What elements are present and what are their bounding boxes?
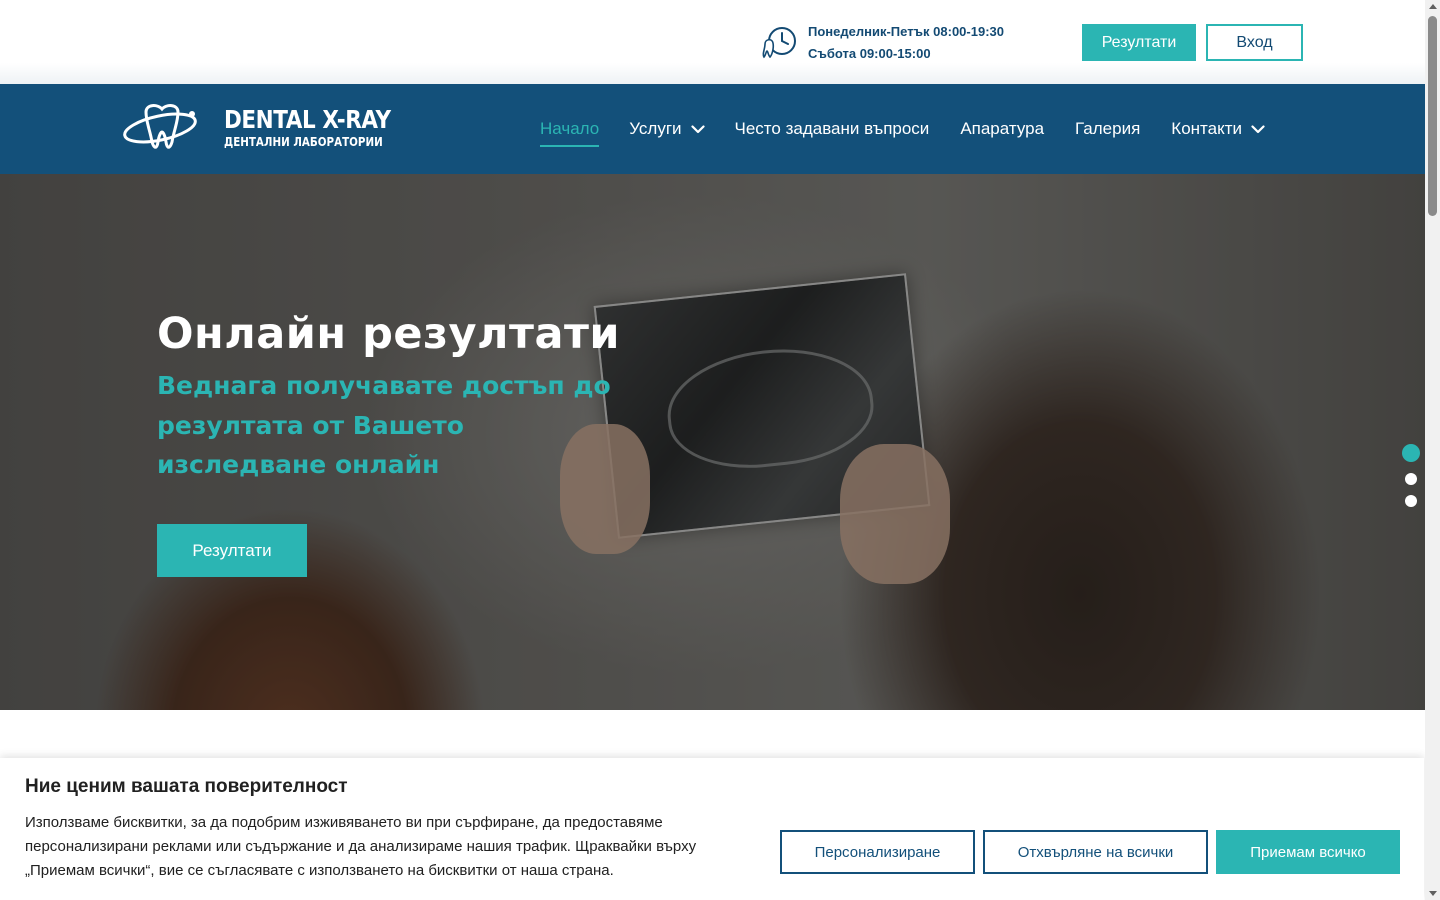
scrollbar-thumb[interactable]	[1428, 16, 1437, 216]
scroll-up-arrow-icon[interactable]	[1429, 4, 1437, 9]
scroll-down-arrow-icon[interactable]	[1429, 891, 1437, 896]
cookie-text: Използваме бисквитки, за да подобрим изж…	[25, 814, 697, 879]
cookie-banner: Ние ценим вашата поверителност Използвам…	[0, 758, 1424, 900]
login-button[interactable]: Вход	[1206, 24, 1303, 61]
hero-title: Онлайн резултати	[157, 309, 621, 359]
hours-saturday: Събота 09:00-15:00	[808, 45, 931, 61]
site-logo[interactable]: DENTAL X-RAY ДЕНТАЛНИ ЛАБОРАТОРИИ	[122, 102, 418, 154]
slider-dot-1[interactable]	[1402, 444, 1420, 462]
hero-results-button[interactable]: Резултати	[157, 524, 307, 577]
nav-item-home[interactable]: Начало	[540, 119, 600, 147]
logo-title: DENTAL X-RAY	[224, 105, 391, 134]
nav-item-services[interactable]: Услуги	[629, 119, 705, 139]
chevron-down-icon	[690, 124, 705, 133]
main-nav: Начало Услуги Често задавани въпроси Апа…	[540, 114, 1265, 147]
nav-item-equipment[interactable]: Апаратура	[960, 119, 1044, 139]
cookie-reject-button[interactable]: Отхвърляне на всички	[983, 830, 1208, 874]
cookie-accept-button[interactable]: Приемам всичко	[1216, 830, 1400, 874]
nav-item-label: Контакти	[1171, 119, 1243, 138]
cookie-title: Ние ценим вашата поверителност	[25, 776, 348, 797]
results-button-top[interactable]: Резултати	[1082, 24, 1196, 61]
nav-item-label: Често задавани въпроси	[734, 119, 930, 138]
nav-item-label: Галерия	[1075, 119, 1141, 138]
tooth-orbit-logo-icon	[123, 104, 197, 149]
top-bar: Понеделник-Петък 08:00-19:30 Събота 09:0…	[0, 0, 1425, 84]
nav-item-gallery[interactable]: Галерия	[1075, 119, 1140, 139]
nav-item-contacts[interactable]: Контакти	[1171, 119, 1265, 139]
nav-item-faq[interactable]: Често задавани въпроси	[735, 119, 930, 139]
cookie-customize-button[interactable]: Персонализиране	[780, 830, 975, 874]
slider-dot-2[interactable]	[1405, 473, 1417, 485]
hero-subtitle: Веднага получавате достъп до резултата о…	[157, 371, 611, 479]
hours-weekdays: Понеделник-Петък 08:00-19:30	[808, 23, 1004, 39]
nav-item-label: Начало	[540, 119, 600, 138]
logo-subtitle: ДЕНТАЛНИ ЛАБОРАТОРИИ	[224, 135, 383, 149]
chevron-down-icon	[1251, 124, 1265, 133]
nav-item-label: Апаратура	[960, 119, 1045, 138]
page-scrollbar[interactable]	[1425, 0, 1440, 900]
slider-dot-3[interactable]	[1405, 495, 1417, 507]
clock-tooth-icon	[762, 27, 796, 59]
working-hours: Понеделник-Петък 08:00-19:30 Събота 09:0…	[762, 22, 1004, 62]
nav-item-label: Услуги	[629, 119, 682, 138]
